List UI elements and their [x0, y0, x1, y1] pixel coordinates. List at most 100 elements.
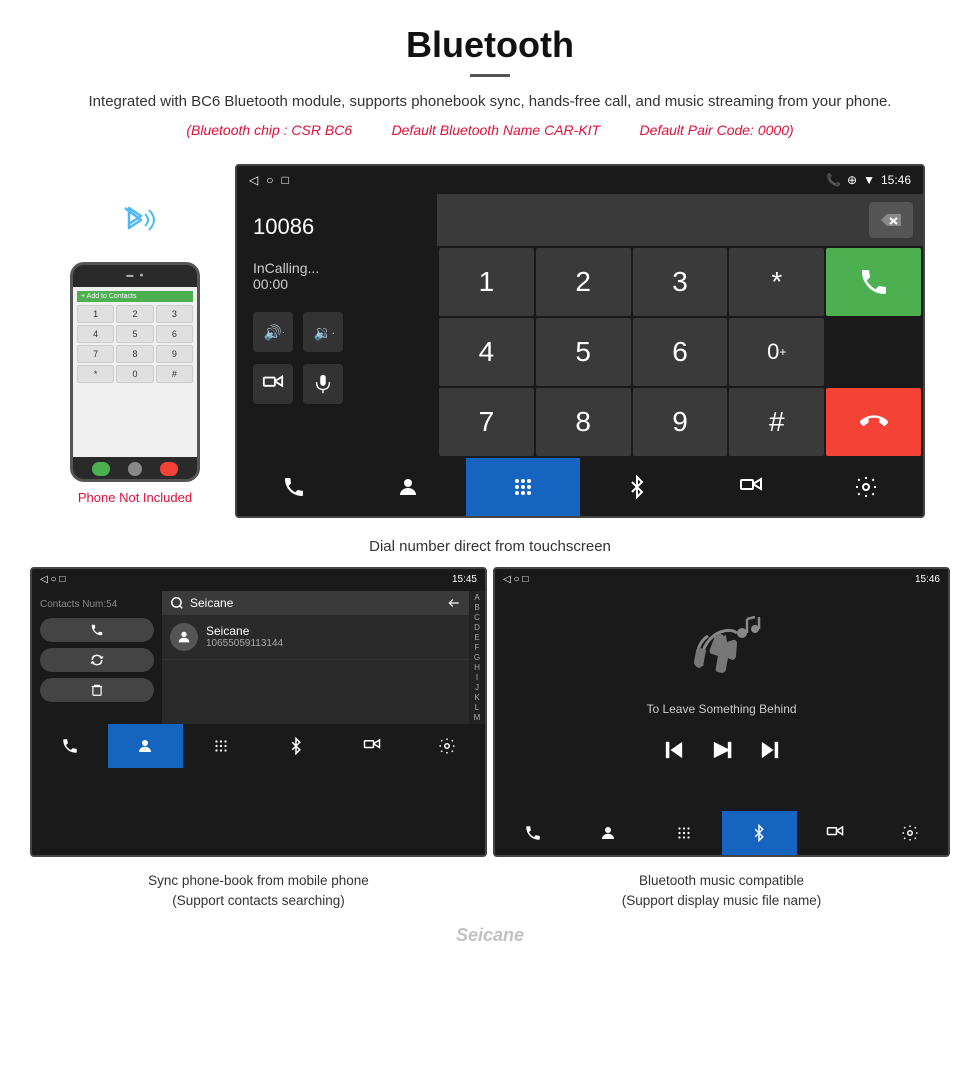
phone-key-hash: # [156, 365, 193, 383]
dialer-calling-status: InCalling... [253, 260, 421, 276]
call-icon: 📞 [826, 173, 841, 187]
header-section: Bluetooth Integrated with BC6 Bluetooth … [0, 0, 980, 154]
contact-item-seicane[interactable]: Seicane 10655059113144 [162, 615, 469, 660]
nav-contacts[interactable] [351, 458, 465, 516]
contacts-search-bar: Seicane [162, 591, 469, 615]
nav-transfer[interactable] [694, 458, 808, 516]
contacts-left-panel: Contacts Num:54 [32, 591, 162, 724]
contacts-status-bar: ◁ ○ □ 15:45 [32, 569, 485, 591]
contacts-count: Contacts Num:54 [40, 599, 154, 610]
contact-name: Seicane [206, 624, 461, 638]
music-nav-bluetooth-active[interactable] [722, 811, 798, 855]
recents-icon-sm: □ [59, 574, 65, 585]
sync-action-btn[interactable] [40, 648, 154, 672]
car-screen-large: ◁ ○ □ 📞 ⊕ ▼ 15:46 10086 InCalling... 00:… [235, 164, 925, 518]
key-7[interactable]: 7 [439, 388, 534, 456]
key-9[interactable]: 9 [633, 388, 728, 456]
vol-up-btn[interactable]: 🔊+ [253, 312, 293, 352]
back-icon-sm: ◁ [40, 574, 48, 585]
backspace-btn[interactable] [869, 202, 913, 238]
play-pause-btn[interactable] [708, 736, 736, 770]
music-bottom-nav [495, 811, 948, 855]
nav-phone[interactable] [237, 458, 351, 516]
bluetooth-icon [105, 194, 165, 254]
key-6[interactable]: 6 [633, 318, 728, 386]
status-time: 15:46 [881, 173, 911, 187]
key-8[interactable]: 8 [536, 388, 631, 456]
delete-action-btn[interactable] [40, 678, 154, 702]
call-action-btn[interactable] [40, 618, 154, 642]
phone-dialpad: 1 2 3 4 5 6 7 8 9 * 0 # [77, 305, 193, 383]
bottom-nav-large [237, 458, 923, 516]
dialer-left-panel: 10086 InCalling... 00:00 🔊+ 🔉- [237, 194, 437, 458]
svg-text:🔉-: 🔉- [314, 325, 334, 341]
dialer-input-row [437, 194, 923, 246]
key-1[interactable]: 1 [439, 248, 534, 316]
numpad: 1 2 3 * 4 5 6 0+ 7 8 9 # [437, 246, 923, 458]
header-specs: (Bluetooth chip : CSR BC6 Default Blueto… [60, 122, 920, 138]
music-nav-dialpad[interactable] [646, 811, 722, 855]
dialer-extra-controls [253, 364, 421, 404]
contacts-alpha-list: A B C D E F G H I J K L M [469, 591, 485, 724]
vol-down-btn[interactable]: 🔉- [303, 312, 343, 352]
search-text: Seicane [190, 596, 233, 610]
music-nav-phone[interactable] [495, 811, 571, 855]
nav-dialpad-active[interactable] [466, 458, 580, 516]
music-time: 15:46 [915, 574, 940, 585]
phone-key-6: 6 [156, 325, 193, 343]
home-icon-music: ○ [513, 574, 522, 585]
key-5[interactable]: 5 [536, 318, 631, 386]
music-caption: Bluetooth music compatible(Support displ… [493, 871, 950, 912]
phone-call-btn [92, 462, 110, 476]
key-4[interactable]: 4 [439, 318, 534, 386]
key-0plus[interactable]: 0+ [729, 318, 824, 386]
key-3[interactable]: 3 [633, 248, 728, 316]
music-song-title: To Leave Something Behind [646, 702, 796, 716]
contacts-caption-text: Sync phone-book from mobile phone(Suppor… [148, 873, 369, 908]
nav-settings[interactable] [809, 458, 923, 516]
music-status-left: ◁ ○ □ [503, 574, 528, 585]
end-call-btn[interactable] [826, 388, 921, 456]
music-nav-contacts[interactable] [571, 811, 647, 855]
seicane-watermark: Seicane [0, 921, 980, 956]
music-icon [682, 611, 762, 692]
nav-bluetooth[interactable] [580, 458, 694, 516]
contacts-body: Contacts Num:54 [32, 591, 485, 724]
music-nav-settings[interactable] [873, 811, 949, 855]
key-2[interactable]: 2 [536, 248, 631, 316]
contacts-right-panel: Seicane Seicane 10655059113144 [162, 591, 469, 724]
back-icon-music: ◁ [503, 574, 511, 585]
mic-btn[interactable] [303, 364, 343, 404]
small-nav-dialpad[interactable] [183, 724, 259, 768]
next-btn[interactable] [756, 736, 784, 770]
small-nav-contacts-active[interactable] [108, 724, 184, 768]
recents-icon: □ [281, 173, 288, 187]
small-nav-bluetooth[interactable] [259, 724, 335, 768]
phone-key-5: 5 [116, 325, 153, 343]
phone-key-3: 3 [156, 305, 193, 323]
svg-text:🔊+: 🔊+ [264, 323, 284, 341]
back-icon: ◁ [249, 173, 258, 187]
bluetooth-waves [105, 194, 165, 254]
music-nav-transfer[interactable] [797, 811, 873, 855]
recents-icon-music: □ [522, 574, 528, 585]
phone-home-btn [128, 462, 142, 476]
call-button[interactable] [826, 248, 921, 316]
wifi-icon: ▼ [863, 173, 875, 187]
dialer-content: 10086 InCalling... 00:00 🔊+ 🔉- [237, 194, 923, 458]
bottom-screenshots: ◁ ○ □ 15:45 Contacts Num:54 [0, 559, 980, 865]
small-nav-settings[interactable] [410, 724, 486, 768]
small-nav-phone[interactable] [32, 724, 108, 768]
home-icon: ○ [266, 173, 273, 187]
small-nav-transfer[interactable] [334, 724, 410, 768]
prev-btn[interactable] [660, 736, 688, 770]
page-title: Bluetooth [60, 24, 920, 66]
status-left: ◁ ○ □ [249, 173, 289, 187]
key-hash[interactable]: # [729, 388, 824, 456]
key-star[interactable]: * [729, 248, 824, 316]
phone-top-bar: ▬ ● [73, 265, 197, 287]
status-right: 📞 ⊕ ▼ 15:46 [826, 173, 911, 187]
phone-bottom-bar [73, 457, 197, 481]
spec-chip: (Bluetooth chip : CSR BC6 [186, 122, 352, 138]
transfer-btn[interactable] [253, 364, 293, 404]
